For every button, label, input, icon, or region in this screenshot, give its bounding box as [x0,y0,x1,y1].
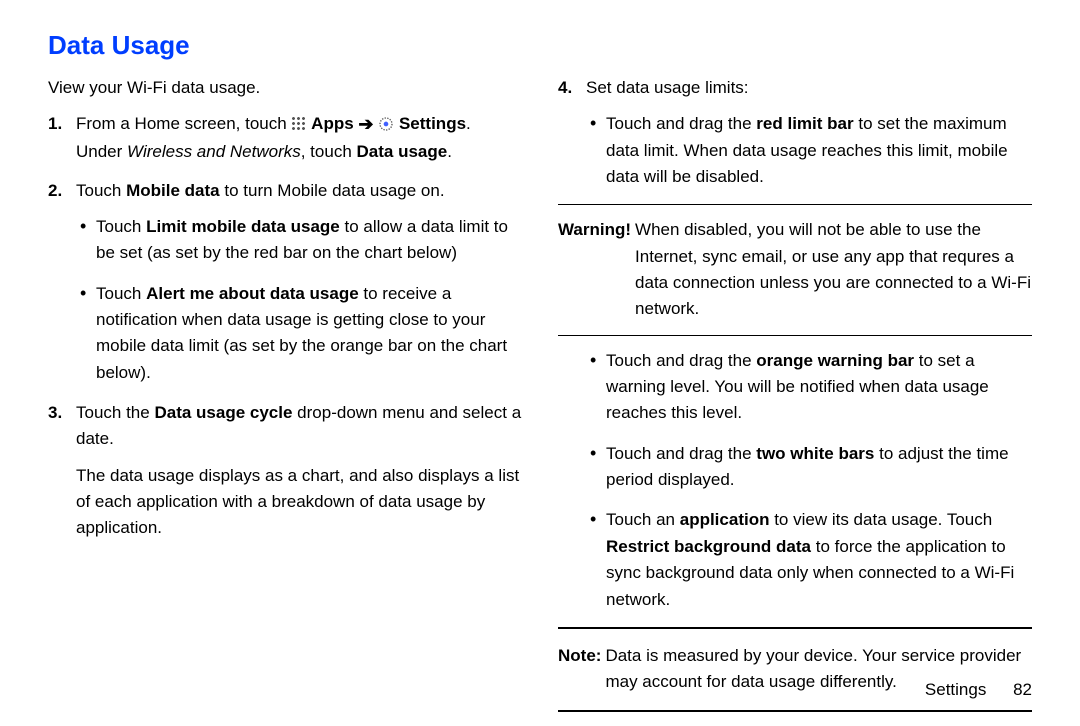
step-1: 1. From a Home screen, touch Apps ➔ Sett… [48,111,522,165]
footer-page-number: 82 [1013,680,1032,699]
steps-list-left: 1. From a Home screen, touch Apps ➔ Sett… [48,111,522,541]
document-page: Data Usage View your Wi-Fi data usage. 1… [0,0,1080,720]
step-marker: 3. [48,400,62,426]
divider [558,335,1032,336]
apps-icon [291,116,306,131]
note-label: Note: [558,643,601,696]
left-column: View your Wi-Fi data usage. 1. From a Ho… [48,75,522,726]
page-footer: Settings 82 [925,680,1032,700]
two-column-body: View your Wi-Fi data usage. 1. From a Ho… [48,75,1032,726]
warning-label: Warning! [558,217,631,322]
step4-continued: Touch and drag the orange warning bar to… [586,348,1032,613]
step2-bullets: Touch Limit mobile data usage to allow a… [76,214,522,386]
list-item: Touch and drag the two white bars to adj… [590,441,1032,494]
footer-section: Settings [925,680,986,699]
divider-thick [558,710,1032,712]
apps-label: Apps [311,114,354,133]
list-item: Touch Alert me about data usage to recei… [80,281,522,386]
step4-bullets-top: Touch and drag the red limit bar to set … [586,111,1032,190]
list-item: Touch an application to view its data us… [590,507,1032,612]
arrow-icon: ➔ [358,114,373,134]
step-marker: 4. [558,75,572,101]
step1-line1: From a Home screen, touch Apps ➔ Setting… [76,114,471,133]
step1-line2: Under Wireless and Networks, touch Data … [76,142,452,161]
steps-list-right: 4. Set data usage limits: Touch and drag… [558,75,1032,190]
step-marker: 1. [48,111,62,137]
list-item: Touch and drag the red limit bar to set … [590,111,1032,190]
list-item: Touch Limit mobile data usage to allow a… [80,214,522,267]
step-marker: 2. [48,178,62,204]
step-2: 2. Touch Mobile data to turn Mobile data… [48,178,522,386]
settings-label: Settings [399,114,466,133]
step-4: 4. Set data usage limits: Touch and drag… [558,75,1032,190]
step4-bullets-bottom: Touch and drag the orange warning bar to… [586,348,1032,613]
right-column: 4. Set data usage limits: Touch and drag… [558,75,1032,726]
warning-text: When disabled, you will not be able to u… [635,217,1032,322]
intro-text: View your Wi-Fi data usage. [48,75,522,101]
step3-paragraph: The data usage displays as a chart, and … [76,463,522,542]
divider-thick [558,627,1032,629]
divider [558,204,1032,205]
settings-icon [378,116,394,132]
list-item: Touch and drag the orange warning bar to… [590,348,1032,427]
page-title: Data Usage [48,30,1032,61]
step-3: 3. Touch the Data usage cycle drop-down … [48,400,522,542]
warning-callout: Warning! When disabled, you will not be … [558,217,1032,322]
